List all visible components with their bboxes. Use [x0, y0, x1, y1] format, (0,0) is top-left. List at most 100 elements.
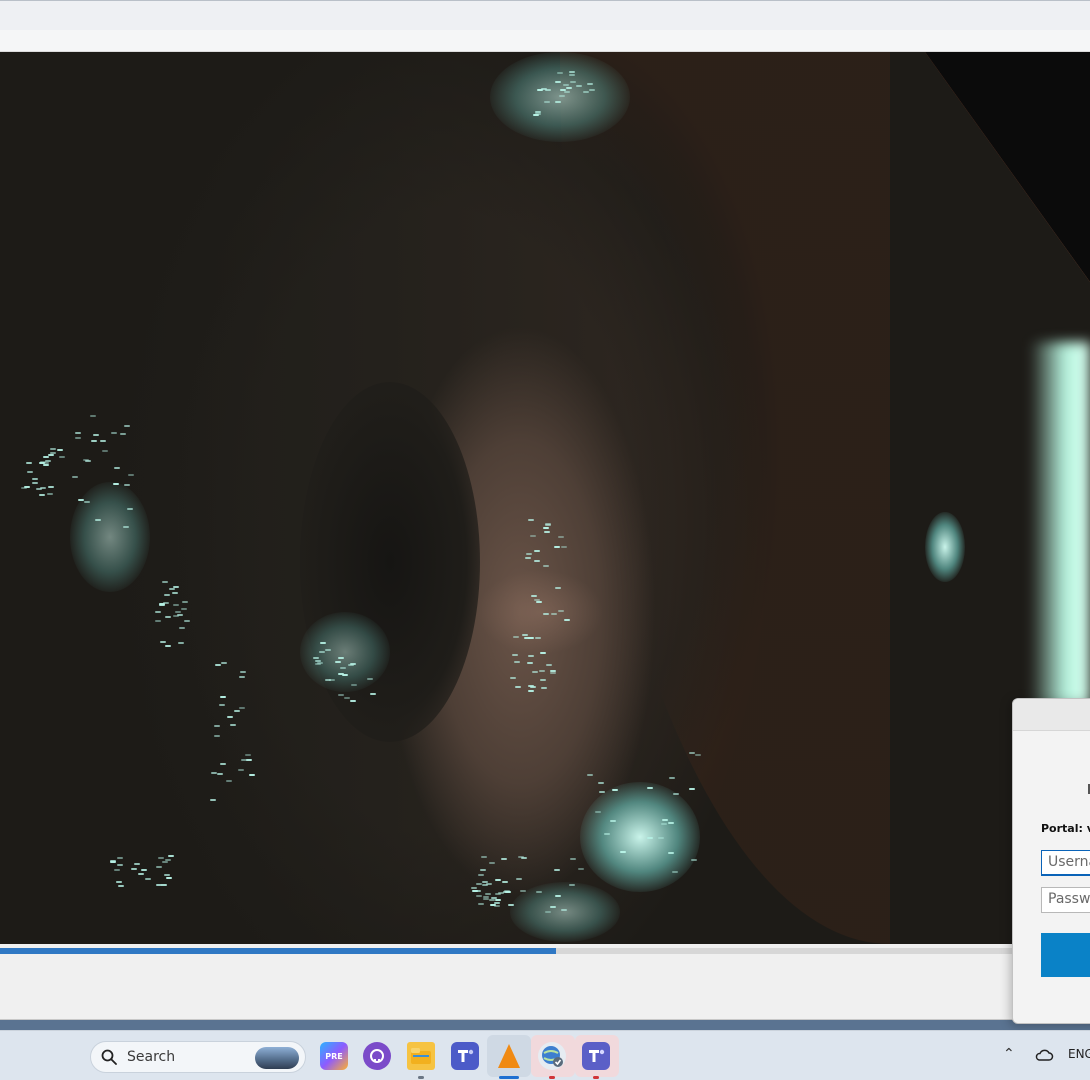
specular-dot: [668, 822, 674, 824]
specular-dot: [239, 676, 245, 678]
specular-dot: [545, 911, 551, 913]
specular-dot: [476, 883, 482, 885]
globe-glyph: [542, 1046, 563, 1067]
specular-dot: [59, 456, 65, 458]
specular-dot: [84, 501, 90, 503]
video-viewport[interactable]: [0, 52, 1090, 944]
specular-dot: [172, 592, 178, 594]
specular-dot: [536, 891, 542, 893]
specular-dot: [604, 833, 610, 835]
specular-dot: [160, 641, 166, 643]
specular-dot: [338, 657, 344, 659]
teams-icon[interactable]: [582, 1042, 610, 1070]
desktop-background-strip: [0, 1020, 1090, 1030]
input-language-indicator[interactable]: ENG: [1068, 1047, 1090, 1061]
vlc-icon[interactable]: [495, 1042, 523, 1070]
player-title-bar[interactable]: [0, 0, 1090, 30]
specular-dot: [227, 716, 233, 718]
specular-dot: [598, 782, 604, 784]
specular-dot: [338, 673, 344, 675]
browser-globe-icon[interactable]: [538, 1042, 566, 1070]
specular-dot: [541, 687, 547, 689]
specular-dot: [239, 707, 245, 709]
specular-dot: [367, 678, 373, 680]
specular-dot: [528, 637, 534, 639]
specular-dot: [210, 799, 216, 801]
specular-dot: [546, 664, 552, 666]
specular-dot: [532, 671, 538, 673]
specular-dot: [535, 113, 541, 115]
seek-bar[interactable]: [0, 944, 1090, 958]
specular-dot: [27, 471, 33, 473]
specular-dot: [475, 890, 481, 892]
specular-dot: [102, 450, 108, 452]
specular-dot: [661, 823, 667, 825]
specular-glare: [580, 782, 700, 892]
specular-dot: [181, 608, 187, 610]
specular-dot: [543, 565, 549, 567]
specular-dot: [525, 557, 531, 559]
specular-dot: [32, 482, 38, 484]
specular-dot: [669, 777, 675, 779]
specular-dot: [313, 657, 319, 659]
windows-start-icon[interactable]: [50, 1044, 74, 1068]
specular-dot: [610, 820, 616, 822]
specular-dot: [526, 553, 532, 555]
specular-dot: [595, 811, 601, 813]
username-input[interactable]: Userna: [1041, 850, 1090, 876]
specular-dot: [647, 787, 653, 789]
specular-dot: [124, 425, 130, 427]
specular-dot: [569, 71, 575, 73]
specular-dot: [184, 620, 190, 622]
specular-dot: [512, 654, 518, 656]
password-input[interactable]: Passwo: [1041, 887, 1090, 913]
specular-dot: [530, 535, 536, 537]
specular-dot: [350, 700, 356, 702]
specular-dot: [550, 672, 556, 674]
github-cat-glyph: [370, 1049, 384, 1063]
specular-dot: [471, 887, 477, 889]
specular-dot: [220, 696, 226, 698]
specular-dot: [43, 464, 49, 466]
specular-dot: [57, 449, 63, 451]
file-explorer-icon[interactable]: [407, 1042, 435, 1070]
specular-dot: [520, 890, 526, 892]
taskbar-search[interactable]: Search: [90, 1041, 306, 1073]
specular-dot: [508, 904, 514, 906]
specular-dot: [134, 863, 140, 865]
specular-dot: [240, 671, 246, 673]
specular-dot: [43, 456, 49, 458]
show-hidden-icons-chevron-icon[interactable]: ⌃: [1003, 1046, 1015, 1062]
specular-dot: [215, 664, 221, 666]
player-controls: [0, 958, 1090, 1020]
specular-dot: [325, 649, 331, 651]
specular-dot: [166, 877, 172, 879]
connect-button[interactable]: [1041, 933, 1090, 977]
github-icon[interactable]: [363, 1042, 391, 1070]
specular-dot: [550, 906, 556, 908]
teams-icon[interactable]: [451, 1042, 479, 1070]
specular-dot: [114, 467, 120, 469]
specular-dot: [114, 869, 120, 871]
seek-track[interactable]: [0, 948, 1090, 954]
specular-dot: [72, 476, 78, 478]
specular-dot: [554, 546, 560, 548]
attention-indicator: [549, 1076, 555, 1079]
specular-dot: [514, 661, 520, 663]
specular-dot: [48, 486, 54, 488]
specular-dot: [36, 488, 42, 490]
specular-dot: [534, 550, 540, 552]
specular-dot: [141, 869, 147, 871]
specular-dot: [535, 637, 541, 639]
specular-dot: [351, 684, 357, 686]
specular-dot: [317, 662, 323, 664]
specular-glare: [925, 512, 965, 582]
specular-dot: [494, 902, 500, 904]
player-toolbar: [0, 30, 1090, 52]
specular-dot: [561, 909, 567, 911]
onedrive-cloud-icon[interactable]: [1034, 1045, 1054, 1065]
dialog-title-bar[interactable]: [1013, 699, 1090, 731]
vlc-cone-glyph: [498, 1044, 520, 1068]
folder-glyph: [411, 1048, 431, 1064]
copilot-icon[interactable]: PRE: [320, 1042, 348, 1070]
